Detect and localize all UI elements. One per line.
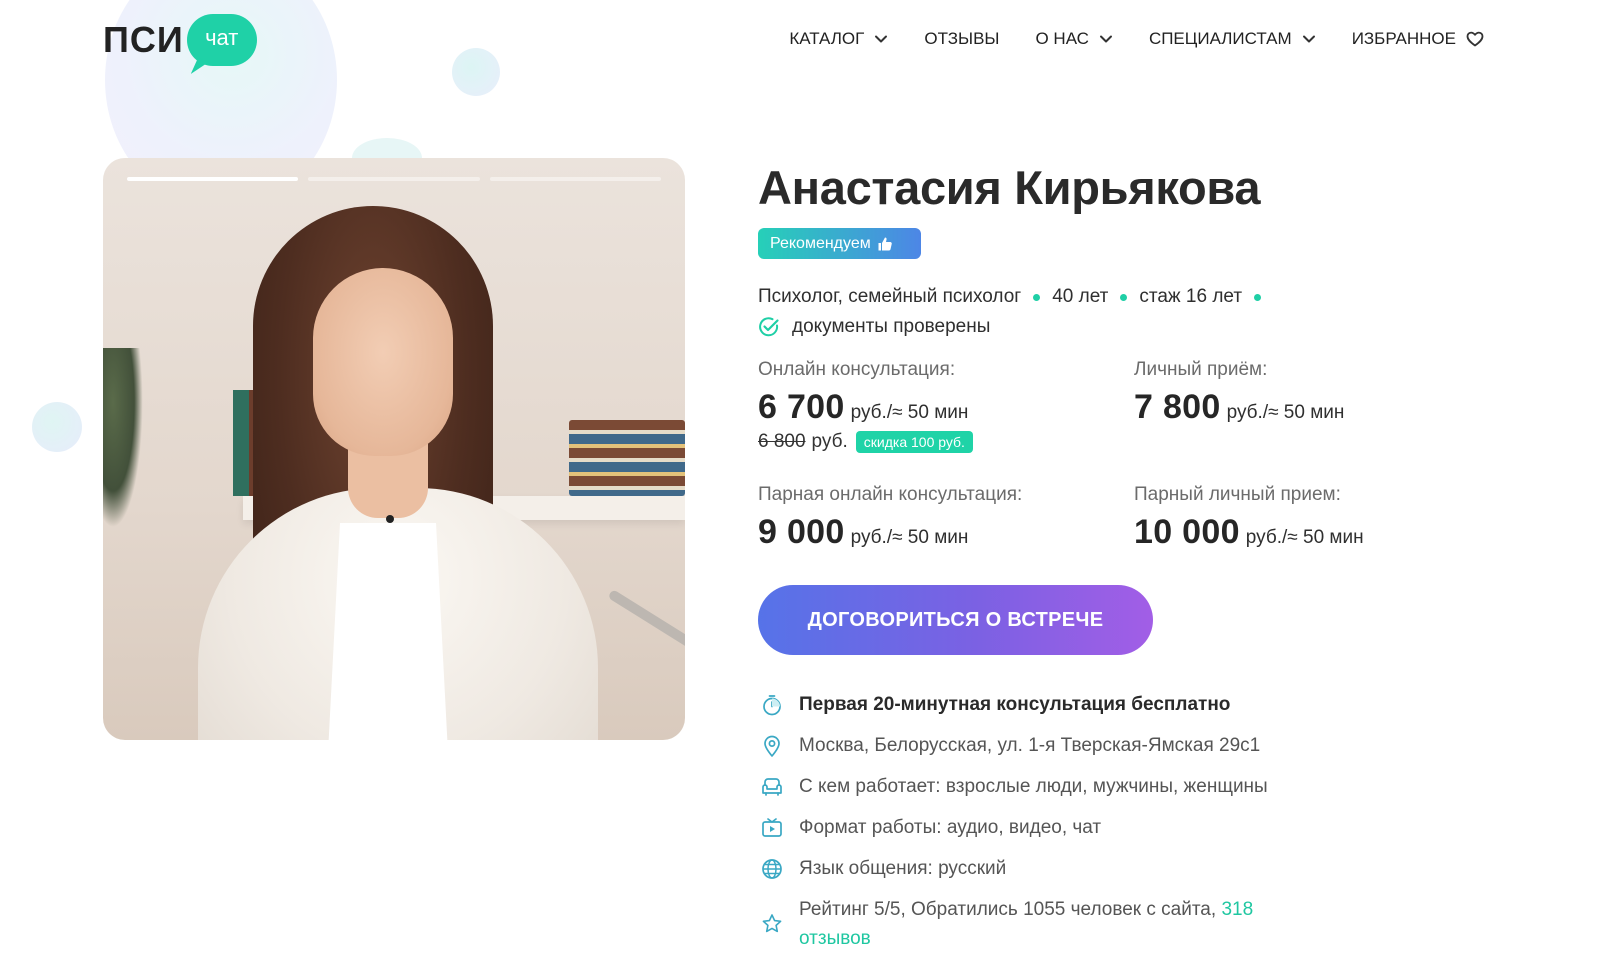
book-meeting-button[interactable]: ДОГОВОРИТЬСЯ О ВСТРЕЧЕ xyxy=(758,585,1153,655)
nav-about[interactable]: О НАС xyxy=(1035,24,1112,54)
logo-bubble-text: чат xyxy=(205,25,239,50)
price-online: Онлайн консультация: 6 700 руб./≈ 50 мин… xyxy=(758,358,1118,453)
specialist-meta: Психолог, семейный психолог 40 лет стаж … xyxy=(758,286,1273,308)
armchair-icon xyxy=(758,772,786,801)
separator-dot xyxy=(1033,293,1041,301)
feature-format-text: Формат работы: аудио, видео, чат xyxy=(799,817,1102,838)
main-nav: КАТАЛОГ ОТЗЫВЫ О НАС СПЕЦИАЛИСТАМ ИЗБРАН… xyxy=(789,24,1484,54)
site-logo[interactable]: ПСИ чат xyxy=(103,10,257,74)
price-online-unit: руб./≈ 50 мин xyxy=(850,402,969,423)
nav-favorites-label: ИЗБРАННОЕ xyxy=(1351,29,1456,48)
rating-summary: Рейтинг 5/5, Обратились 1055 человек с с… xyxy=(799,899,1217,920)
slider-bar-3[interactable] xyxy=(489,177,661,181)
feature-address: Москва, Белорусская, ул. 1-я Тверская-Ям… xyxy=(758,731,1318,760)
photo-plant xyxy=(103,348,143,528)
chevron-down-icon xyxy=(1099,35,1112,43)
feature-language-text: Язык общения: русский xyxy=(799,858,1007,879)
nav-catalog-label: КАТАЛОГ xyxy=(789,29,865,48)
globe-icon xyxy=(758,854,786,883)
price-pair-personal: Парный личный прием: 10 000 руб./≈ 50 ми… xyxy=(1134,483,1494,552)
price-personal-row: 7 800 руб./≈ 50 мин xyxy=(1134,388,1494,427)
feature-free-consultation: Первая 20-минутная консультация бесплатн… xyxy=(758,690,1318,719)
nav-reviews[interactable]: ОТЗЫВЫ xyxy=(924,24,999,54)
feature-clients-text: С кем работает: взрослые люди, мужчины, … xyxy=(799,776,1268,797)
chevron-down-icon xyxy=(875,35,888,43)
nav-favorites[interactable]: ИЗБРАННОЕ xyxy=(1352,24,1484,54)
slider-bar-2[interactable] xyxy=(308,177,480,181)
feature-rating: Рейтинг 5/5, Обратились 1055 человек с с… xyxy=(758,895,1258,953)
recommended-badge-label: Рекомендуем xyxy=(770,234,871,252)
price-personal-unit: руб./≈ 50 мин xyxy=(1226,402,1345,423)
specialist-photo[interactable] xyxy=(103,158,685,740)
price-online-label: Онлайн консультация: xyxy=(758,359,956,380)
feature-rating-text: Рейтинг 5/5, Обратились 1055 человек с с… xyxy=(799,895,1258,953)
heart-icon xyxy=(1466,31,1484,47)
thumbs-up-icon xyxy=(878,237,892,250)
price-pair-personal-label: Парный личный прием: xyxy=(1134,484,1341,505)
photo-necklace xyxy=(386,515,394,523)
nav-specialists-label: СПЕЦИАЛИСТАМ xyxy=(1148,29,1292,48)
feature-address-text: Москва, Белорусская, ул. 1-я Тверская-Ям… xyxy=(799,735,1261,756)
location-pin-icon xyxy=(758,731,786,760)
slider-bar-1[interactable] xyxy=(127,177,299,181)
price-personal-value: 7 800 xyxy=(1134,388,1221,426)
price-personal: Личный приём: 7 800 руб./≈ 50 мин xyxy=(1134,358,1494,427)
bubble-tail xyxy=(190,58,209,74)
specialist-name: Анастасия Кирьякова xyxy=(758,161,1261,214)
star-icon xyxy=(758,909,786,938)
old-price-row: 6 800 руб. скидка 100 руб. xyxy=(758,431,1118,453)
decorative-circle-left xyxy=(32,402,82,452)
specialization: Психолог, семейный психолог xyxy=(758,286,1022,307)
price-online-value: 6 700 xyxy=(758,388,845,426)
recommended-badge: Рекомендуем xyxy=(758,228,921,259)
price-online-row: 6 700 руб./≈ 50 мин xyxy=(758,388,1118,427)
feature-format: Формат работы: аудио, видео, чат xyxy=(758,813,1318,842)
experience: стаж 16 лет xyxy=(1139,286,1243,307)
profile-info: Анастасия Кирьякова Рекомендуем Психолог… xyxy=(758,160,1498,949)
price-pair-online-value: 9 000 xyxy=(758,513,845,551)
price-pair-personal-value: 10 000 xyxy=(1134,513,1240,551)
old-price-value: 6 800 xyxy=(758,431,806,452)
stopwatch-icon xyxy=(758,690,786,719)
price-pair-online-row: 9 000 руб./≈ 50 мин xyxy=(758,513,1118,552)
check-circle-icon xyxy=(759,317,779,337)
chevron-down-icon xyxy=(1302,35,1315,43)
logo-text: ПСИ xyxy=(103,19,184,60)
verified-label: документы проверены xyxy=(792,316,991,337)
nav-catalog[interactable]: КАТАЛОГ xyxy=(789,24,888,54)
feature-language: Язык общения: русский xyxy=(758,854,1318,883)
old-price-currency: руб. xyxy=(811,431,848,452)
price-pair-online-unit: руб./≈ 50 мин xyxy=(850,527,969,548)
nav-specialists[interactable]: СПЕЦИАЛИСТАМ xyxy=(1149,24,1316,54)
photo-books-right xyxy=(569,420,685,496)
nav-about-label: О НАС xyxy=(1035,29,1089,48)
feature-clients: С кем работает: взрослые люди, мужчины, … xyxy=(758,772,1318,801)
feature-free-text: Первая 20-минутная консультация бесплатн… xyxy=(799,694,1231,715)
video-play-icon xyxy=(758,813,786,842)
discount-badge: скидка 100 руб. xyxy=(855,431,973,453)
separator-dot xyxy=(1254,293,1262,301)
price-pair-personal-row: 10 000 руб./≈ 50 мин xyxy=(1134,513,1494,552)
separator-dot xyxy=(1120,293,1128,301)
photo-person-face xyxy=(313,268,453,456)
logo-chat-bubble: чат xyxy=(186,14,257,74)
price-pair-online: Парная онлайн консультация: 9 000 руб./≈… xyxy=(758,483,1118,552)
age: 40 лет xyxy=(1052,286,1109,307)
nav-reviews-label: ОТЗЫВЫ xyxy=(924,29,1000,48)
price-pair-online-label: Парная онлайн консультация: xyxy=(758,484,1023,505)
photo-slider-indicator xyxy=(127,177,661,181)
photo-lamp xyxy=(607,588,685,662)
photo-person-top xyxy=(328,523,448,740)
price-personal-label: Личный приём: xyxy=(1134,359,1268,380)
documents-verified: документы проверены xyxy=(758,316,990,338)
decorative-circle-small xyxy=(452,48,500,96)
price-pair-personal-unit: руб./≈ 50 мин xyxy=(1245,527,1364,548)
